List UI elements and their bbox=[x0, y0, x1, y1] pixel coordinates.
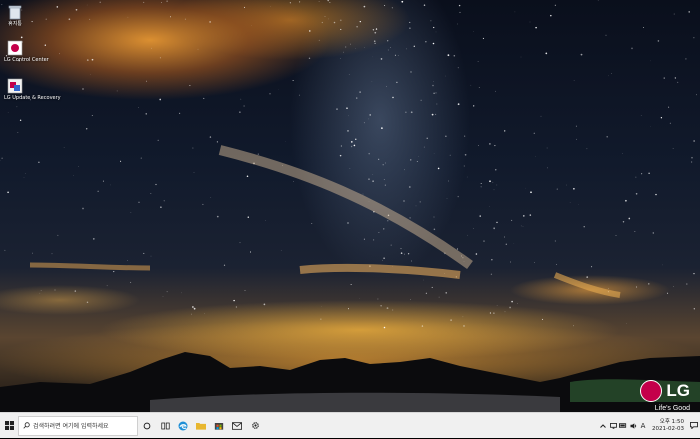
desktop-icon-label: 휴지통 bbox=[4, 21, 26, 27]
volume-button[interactable] bbox=[628, 413, 638, 439]
desktop-icon-recycle-bin[interactable]: 휴지통 bbox=[4, 4, 26, 27]
network-icon bbox=[610, 423, 617, 429]
settings-icon bbox=[251, 421, 260, 430]
chevron-up-icon bbox=[600, 424, 606, 428]
clock[interactable]: 오후 1:50 2021-02-03 bbox=[652, 419, 684, 433]
desktop-icon-lg-control-center[interactable]: LG Control Center bbox=[4, 40, 26, 63]
desktop-icon-lg-update[interactable]: LG Update & Recovery bbox=[4, 78, 26, 101]
search-circle-icon bbox=[143, 422, 151, 430]
store-button[interactable] bbox=[210, 413, 228, 439]
desktop: 휴지통 LG Control Center LG Update & Recove… bbox=[0, 0, 700, 412]
edge-icon bbox=[178, 421, 188, 431]
start-button[interactable] bbox=[0, 413, 18, 439]
network-button[interactable] bbox=[608, 413, 618, 439]
task-view-icon bbox=[161, 422, 170, 430]
lg-logo-text: LG bbox=[666, 381, 690, 401]
settings-button[interactable] bbox=[246, 413, 264, 439]
action-center-button[interactable] bbox=[688, 413, 700, 439]
show-hidden-icons-button[interactable] bbox=[598, 413, 608, 439]
search-icon bbox=[23, 422, 30, 429]
lg-update-icon bbox=[7, 78, 23, 94]
mail-icon bbox=[232, 422, 242, 430]
lg-face-icon bbox=[640, 380, 662, 402]
battery-button[interactable] bbox=[618, 413, 628, 439]
lg-tagline: Life's Good bbox=[655, 405, 690, 412]
battery-icon bbox=[619, 423, 627, 428]
clock-time: 오후 1:50 bbox=[660, 419, 684, 426]
file-explorer-button[interactable] bbox=[192, 413, 210, 439]
windows-icon bbox=[5, 421, 14, 430]
speaker-icon bbox=[630, 423, 637, 429]
recycle-bin-icon bbox=[7, 4, 23, 20]
clock-date: 2021-02-03 bbox=[652, 426, 684, 433]
search-placeholder: 검색하려면 여기에 입력하세요 bbox=[33, 421, 109, 430]
notification-icon bbox=[690, 422, 698, 429]
input-indicator[interactable]: A bbox=[638, 413, 648, 439]
lg-brand-logo: LG bbox=[640, 380, 690, 402]
mountain-silhouette bbox=[0, 342, 700, 412]
taskbar-search-box[interactable]: 검색하려면 여기에 입력하세요 bbox=[18, 416, 138, 436]
system-tray: A 오후 1:50 2021-02-03 bbox=[598, 413, 700, 439]
desktop-icon-label: LG Update & Recovery bbox=[4, 95, 26, 101]
taskbar: 검색하려면 여기에 입력하세요 A 오후 1:50 bbox=[0, 412, 700, 438]
cortana-button[interactable] bbox=[138, 413, 156, 439]
file-explorer-icon bbox=[196, 421, 206, 430]
store-icon bbox=[214, 421, 224, 430]
edge-taskbar-button[interactable] bbox=[174, 413, 192, 439]
lg-control-center-icon bbox=[7, 40, 23, 56]
task-view-button[interactable] bbox=[156, 413, 174, 439]
star-field bbox=[0, 0, 700, 360]
mail-button[interactable] bbox=[228, 413, 246, 439]
desktop-icon-label: LG Control Center bbox=[4, 57, 26, 63]
